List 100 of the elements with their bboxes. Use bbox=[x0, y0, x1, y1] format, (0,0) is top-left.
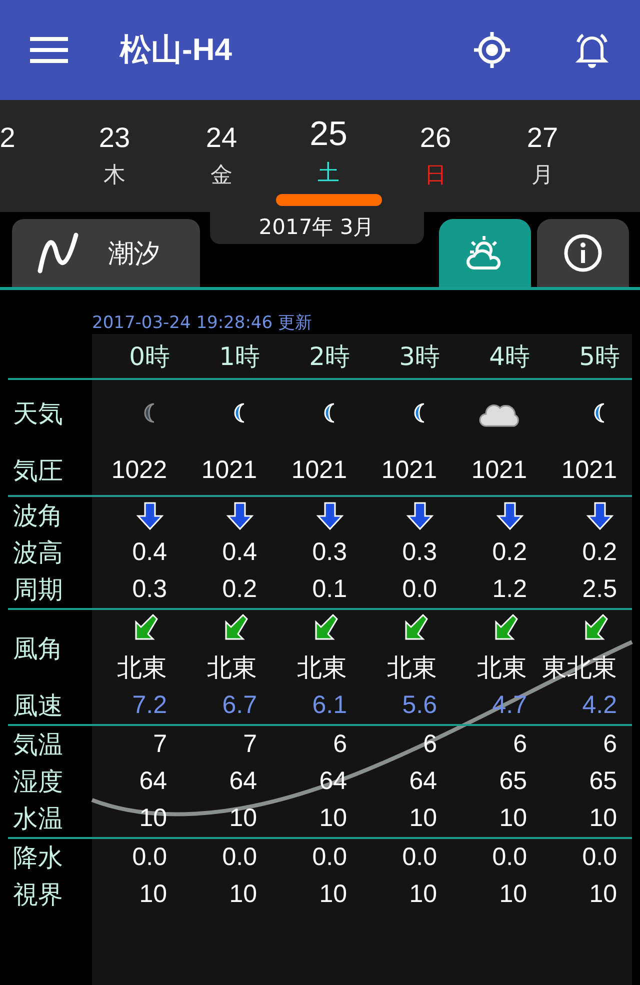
table-cell-text: 0.4 bbox=[222, 538, 258, 567]
table-cell-text: 64 bbox=[229, 767, 258, 796]
down-arrow-icon bbox=[226, 500, 254, 530]
down-arrow-icon bbox=[496, 500, 524, 530]
hour-header: 2時 bbox=[309, 340, 351, 372]
table-cell-text: 0.0 bbox=[222, 843, 258, 872]
table-cell-text: 0.2 bbox=[582, 538, 618, 567]
row-label: 天気 bbox=[12, 398, 64, 430]
tide-tab[interactable]: 潮汐 bbox=[12, 219, 200, 287]
month-label: 2017年 3月 bbox=[210, 212, 424, 244]
table-cell-text: 64 bbox=[409, 767, 438, 796]
app-title: 松山-H4 bbox=[120, 31, 233, 69]
wind-direction: 北東 bbox=[117, 653, 167, 684]
table-cell-text: 0.4 bbox=[132, 538, 168, 567]
table-cell-text: 4.2 bbox=[582, 691, 618, 720]
table-cell-text: 1022 bbox=[111, 456, 168, 485]
table-cell-text: 7.2 bbox=[132, 691, 168, 720]
wind-direction: 北東 bbox=[387, 653, 437, 684]
table-cell-text: 10 bbox=[229, 804, 258, 833]
wind-direction: 北東 bbox=[477, 653, 527, 684]
table-cell-text: 6 bbox=[513, 730, 528, 759]
row-label: 周期 bbox=[12, 574, 64, 606]
hour-header: 4時 bbox=[489, 340, 531, 372]
table-cell-text: 10 bbox=[319, 804, 348, 833]
date-number[interactable]: 26 bbox=[420, 122, 452, 154]
row-label: 視界 bbox=[12, 879, 64, 911]
table-cell-text: 0.0 bbox=[312, 843, 348, 872]
table-cell-text: 6.1 bbox=[312, 691, 348, 720]
table-cell-text: 6.7 bbox=[222, 691, 258, 720]
table-cell-text: 1021 bbox=[471, 456, 528, 485]
wave-curve-icon bbox=[36, 231, 80, 275]
location-icon bbox=[472, 30, 512, 70]
wind-direction: 北東 bbox=[207, 653, 257, 684]
table-cell-text: 7 bbox=[243, 730, 258, 759]
hour-header: 0時 bbox=[129, 340, 171, 372]
table-cell-text: 10 bbox=[589, 880, 618, 909]
menu-button[interactable] bbox=[30, 37, 68, 63]
table-cell-text: 10 bbox=[319, 880, 348, 909]
table-cell-text: 0.1 bbox=[312, 575, 348, 604]
table-cell-text: 65 bbox=[499, 767, 528, 796]
table-cell-text: 65 bbox=[589, 767, 618, 796]
weekday-label: 月 bbox=[532, 161, 554, 189]
location-button[interactable] bbox=[472, 30, 512, 70]
row-label: 風角 bbox=[12, 633, 64, 665]
table-cell-text: 0.0 bbox=[132, 843, 168, 872]
table-cell-text: 0.2 bbox=[222, 575, 258, 604]
table-cell-text: 10 bbox=[139, 880, 168, 909]
table-cell-text: 10 bbox=[229, 880, 258, 909]
weather-tab[interactable] bbox=[439, 219, 531, 287]
weekday-label: 土 bbox=[318, 159, 340, 187]
table-cell-text: 0.3 bbox=[402, 538, 438, 567]
table-cell-text: 1021 bbox=[381, 456, 438, 485]
row-label: 気温 bbox=[12, 729, 64, 761]
table-cell-text: 10 bbox=[139, 804, 168, 833]
table-cell-text: 6 bbox=[603, 730, 618, 759]
row-label: 波角 bbox=[12, 500, 64, 532]
table-cell-text: 10 bbox=[499, 880, 528, 909]
table-cell-text: 10 bbox=[589, 804, 618, 833]
date-number[interactable]: 23 bbox=[98, 122, 130, 154]
down-arrow-icon bbox=[406, 500, 434, 530]
info-icon bbox=[562, 232, 604, 274]
table-cell-text: 0.0 bbox=[492, 843, 528, 872]
weekday-label: 日 bbox=[424, 161, 446, 189]
date-number[interactable]: 25 bbox=[310, 116, 348, 152]
down-arrow-icon bbox=[586, 500, 614, 530]
weekday-label: 木 bbox=[104, 161, 126, 189]
weekday-label: 金 bbox=[210, 161, 232, 189]
table-cell-text: 1021 bbox=[201, 456, 258, 485]
table-cell-text: 5.6 bbox=[402, 691, 438, 720]
table-cell-text: 0.0 bbox=[582, 843, 618, 872]
row-label: 風速 bbox=[12, 690, 64, 722]
row-label: 降水 bbox=[12, 842, 64, 874]
hour-header: 1時 bbox=[219, 340, 261, 372]
row-label: 気圧 bbox=[12, 455, 64, 487]
table-cell-text: 1021 bbox=[291, 456, 348, 485]
wind-direction: 東北東 bbox=[542, 653, 617, 684]
row-label: 湿度 bbox=[12, 766, 64, 798]
table-cell-text: 0.3 bbox=[132, 575, 168, 604]
table-cell-text: 1.2 bbox=[492, 575, 528, 604]
date-number[interactable]: 2 bbox=[0, 122, 16, 154]
hour-header: 3時 bbox=[399, 340, 441, 372]
down-arrow-icon bbox=[136, 500, 164, 530]
info-tab[interactable] bbox=[537, 219, 629, 287]
table-cell-text: 6 bbox=[333, 730, 348, 759]
update-timestamp: 2017-03-24 19:28:46 更新 bbox=[92, 312, 313, 334]
table-cell-text: 6 bbox=[423, 730, 438, 759]
row-label: 波高 bbox=[12, 537, 64, 569]
table-cell-text: 64 bbox=[319, 767, 348, 796]
date-number[interactable]: 24 bbox=[206, 122, 238, 154]
table-cell-text: 2.5 bbox=[582, 575, 618, 604]
table-cell-text: 10 bbox=[499, 804, 528, 833]
wind-direction: 北東 bbox=[297, 653, 347, 684]
table-cell-text: 0.3 bbox=[312, 538, 348, 567]
menu-icon bbox=[30, 37, 68, 63]
row-label: 水温 bbox=[12, 803, 64, 835]
table-cell-text: 1021 bbox=[561, 456, 618, 485]
hour-header: 5時 bbox=[579, 340, 621, 372]
table-cell-text: 64 bbox=[139, 767, 168, 796]
table-cell-text: 10 bbox=[409, 804, 438, 833]
date-number[interactable]: 27 bbox=[526, 122, 558, 154]
